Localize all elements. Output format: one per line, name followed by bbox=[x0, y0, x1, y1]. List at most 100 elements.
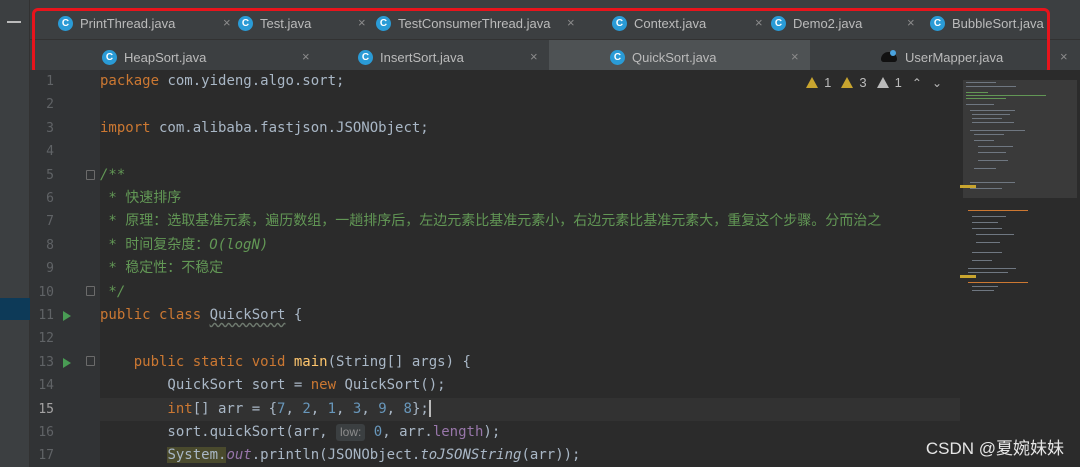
tab-quicksort-active[interactable]: C QuickSort.java × bbox=[549, 40, 810, 74]
code-minimap[interactable] bbox=[960, 70, 1080, 467]
close-icon[interactable]: × bbox=[302, 49, 310, 65]
line-number: 4 bbox=[46, 144, 54, 160]
minimap-line bbox=[978, 160, 1008, 161]
code-line-7: * 原理：选取基准元素，遍历数组，一趟排序后，左边元素比基准元素小，右边元素比基… bbox=[100, 213, 882, 230]
java-class-icon: C bbox=[771, 15, 786, 31]
close-icon[interactable]: × bbox=[755, 15, 763, 31]
minimap-line bbox=[972, 216, 1006, 217]
keyword: int bbox=[100, 400, 193, 417]
class-name: QuickSort bbox=[209, 307, 286, 323]
number-literal: 2 bbox=[302, 400, 311, 417]
minimap-warning-marker[interactable] bbox=[960, 185, 976, 188]
minimap-line bbox=[966, 82, 996, 83]
minimap-line bbox=[966, 98, 1006, 99]
minimap-line bbox=[976, 234, 1014, 235]
watermark: CSDN @夏婉妹妹 bbox=[925, 439, 1064, 458]
tab-printthread[interactable]: C PrintThread.java × bbox=[58, 6, 231, 40]
close-icon[interactable]: × bbox=[907, 15, 915, 31]
comment-text: * 时间复杂度： bbox=[100, 236, 210, 253]
minimap-line bbox=[968, 210, 1028, 211]
tab-label: HeapSort.java bbox=[124, 49, 207, 65]
line-number: 9 bbox=[46, 261, 54, 277]
code-line-6: * 快速排序 bbox=[100, 190, 182, 206]
number-literal: 8 bbox=[403, 400, 412, 417]
close-icon[interactable]: × bbox=[1060, 49, 1068, 65]
minimap-warning-marker[interactable] bbox=[960, 275, 976, 278]
minimap-line bbox=[972, 290, 994, 291]
line-number: 12 bbox=[38, 331, 54, 347]
code-line-8: * 时间复杂度：O(logN) bbox=[100, 234, 960, 257]
minimap-line bbox=[972, 260, 992, 261]
minimap-line bbox=[972, 122, 1014, 123]
close-icon[interactable]: × bbox=[223, 15, 231, 31]
code-text: .println(JSONObject. bbox=[251, 447, 421, 464]
field-name: length bbox=[432, 424, 484, 440]
run-main-icon[interactable] bbox=[63, 358, 71, 368]
mybatis-bird-icon bbox=[880, 50, 898, 64]
tab-row-1: C PrintThread.java × C Test.java × C Tes… bbox=[30, 6, 1080, 40]
code-text: com.alibaba.fastjson.JSONObject; bbox=[150, 119, 429, 136]
tab-label: QuickSort.java bbox=[632, 49, 717, 65]
text-caret bbox=[428, 400, 431, 418]
fold-icon[interactable] bbox=[86, 356, 95, 366]
line-number: 2 bbox=[46, 97, 54, 113]
number-literal: 0 bbox=[373, 424, 383, 440]
close-icon[interactable]: × bbox=[530, 49, 538, 65]
number-literal: 1 bbox=[327, 400, 337, 417]
close-icon[interactable]: × bbox=[567, 15, 575, 31]
tab-test[interactable]: C Test.java × bbox=[238, 6, 368, 40]
minimap-line bbox=[978, 152, 1006, 153]
fold-icon[interactable] bbox=[86, 286, 95, 296]
keyword: new bbox=[310, 377, 337, 394]
keyword: import bbox=[100, 119, 151, 136]
code-text: System. bbox=[167, 447, 227, 464]
tab-label: Test.java bbox=[260, 15, 312, 31]
line-number: 13 bbox=[38, 354, 54, 370]
tab-context[interactable]: C Context.java × bbox=[612, 6, 763, 40]
minimap-line bbox=[968, 282, 1028, 283]
run-class-icon[interactable] bbox=[63, 311, 71, 321]
close-icon[interactable]: × bbox=[791, 49, 799, 65]
separator: , bbox=[310, 400, 328, 417]
fold-icon[interactable] bbox=[86, 170, 95, 180]
line-number: 16 bbox=[38, 425, 54, 440]
line-number: 10 bbox=[38, 284, 54, 300]
java-class-icon: C bbox=[102, 49, 117, 65]
tab-bubblesort[interactable]: C BubbleSort.java bbox=[930, 6, 1080, 40]
tab-demo2[interactable]: C Demo2.java × bbox=[771, 6, 915, 40]
java-class-icon: C bbox=[358, 49, 373, 65]
method-name: main bbox=[293, 353, 328, 370]
code-text: (String[] args) { bbox=[327, 353, 471, 370]
code-line-1: package com.yideng.algo.sort; bbox=[100, 70, 960, 93]
editor-tab-bar: C PrintThread.java × C Test.java × C Tes… bbox=[30, 0, 1080, 74]
tab-label: Context.java bbox=[634, 15, 707, 31]
minimap-line bbox=[970, 188, 1002, 189]
minimap-line bbox=[966, 92, 988, 93]
close-icon[interactable]: × bbox=[358, 15, 366, 31]
line-number: 11 bbox=[38, 308, 54, 323]
tab-usermapper[interactable]: UserMapper.java × bbox=[880, 40, 1080, 74]
minimap-line bbox=[978, 146, 1013, 147]
field-name: out bbox=[226, 447, 252, 464]
java-class-icon: C bbox=[58, 15, 73, 31]
tab-insertsort[interactable]: C InsertSort.java × bbox=[358, 40, 548, 74]
code-editor[interactable]: 1 3 1 ⌃ ⌄ package com.yideng.algo.sort; … bbox=[100, 70, 960, 467]
collapse-icon[interactable] bbox=[7, 21, 21, 23]
java-class-icon: C bbox=[610, 49, 625, 65]
minimap-line bbox=[970, 182, 1015, 183]
tab-label: TestConsumerThread.java bbox=[398, 15, 551, 31]
code-line-15: int[] arr = {7, 2, 1, 3, 9, 8}; bbox=[100, 398, 960, 421]
minimap-line bbox=[972, 228, 1002, 229]
code-line-9: * 稳定性：不稳定 bbox=[100, 260, 224, 277]
minimap-line bbox=[966, 86, 1016, 87]
tab-heapsort[interactable]: C HeapSort.java × bbox=[102, 40, 310, 74]
minimap-line bbox=[974, 168, 996, 169]
code-text: (arr)); bbox=[521, 447, 581, 464]
code-line-16: sort.quickSort(arr, low: 0, arr.length); bbox=[100, 421, 960, 444]
method-name: toJSONString bbox=[420, 447, 522, 464]
minimap-line bbox=[972, 114, 1010, 115]
tab-testconsumerthread[interactable]: C TestConsumerThread.java × bbox=[376, 6, 582, 40]
line-number: 3 bbox=[46, 120, 54, 136]
code-text: com.yideng.algo.sort; bbox=[159, 73, 345, 89]
